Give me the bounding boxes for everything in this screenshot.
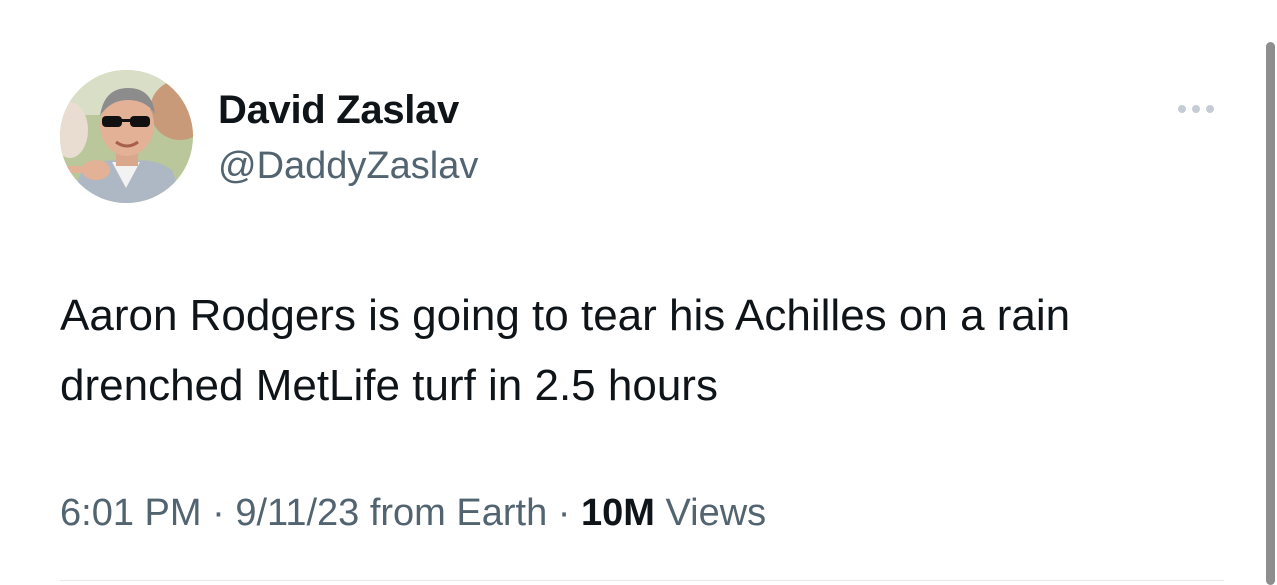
scrollbar[interactable] xyxy=(1266,42,1275,585)
tweet-meta: 6:01 PM · 9/11/23 from Earth · 10M Views xyxy=(60,492,766,535)
tweet: David Zaslav @DaddyZaslav Aaron Rodgers … xyxy=(0,0,1277,585)
views-label: Views xyxy=(654,492,767,534)
views-count[interactable]: 10M xyxy=(581,492,655,534)
tweet-text: Aaron Rodgers is going to tear his Achil… xyxy=(60,291,1071,410)
author-handle[interactable]: @DaddyZaslav xyxy=(218,145,478,188)
tweet-source: from Earth xyxy=(359,492,548,534)
more-options-button[interactable] xyxy=(1170,96,1222,122)
meta-separator: · xyxy=(201,492,236,534)
more-horizontal-icon xyxy=(1178,105,1186,113)
meta-separator: · xyxy=(547,492,582,534)
avatar[interactable] xyxy=(60,70,193,203)
more-horizontal-icon-dot xyxy=(1192,105,1200,113)
author-display-name[interactable]: David Zaslav xyxy=(218,88,459,133)
divider xyxy=(60,580,1224,581)
tweet-date[interactable]: 9/11/23 xyxy=(235,492,359,534)
more-horizontal-icon-dot xyxy=(1206,105,1214,113)
tweet-time[interactable]: 6:01 PM xyxy=(60,492,202,534)
